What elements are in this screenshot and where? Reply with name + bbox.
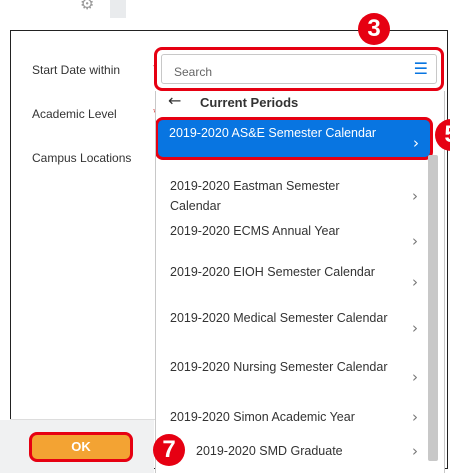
dropdown-header[interactable]: ← Current Periods <box>156 91 444 115</box>
list-item[interactable]: 2019-2020 EIOH Semester Calendar › <box>156 256 432 299</box>
list-item-label: 2019-2020 Medical Semester Calendar <box>170 311 388 325</box>
top-bar-divider <box>110 0 126 18</box>
list-item-label: 2019-2020 Simon Academic Year <box>170 410 355 424</box>
search-input-frame: ☰ <box>161 54 437 84</box>
chevron-right-icon: › <box>412 187 418 205</box>
start-date-search-field[interactable]: ☰ <box>154 47 444 91</box>
step-marker-7: 7 <box>153 434 185 466</box>
step-marker-3: 3 <box>358 13 390 45</box>
list-item-label: 2019-2020 EIOH Semester Calendar <box>170 265 375 279</box>
chevron-right-icon: › <box>413 134 419 152</box>
start-date-label: Start Date within <box>32 63 121 77</box>
list-item[interactable]: 2019-2020 Simon Academic Year › <box>156 401 432 431</box>
chevron-right-icon: › <box>412 273 418 291</box>
list-item-label: 2019-2020 Eastman Semester Calendar <box>170 179 340 213</box>
list-item-label: 2019-2020 ECMS Annual Year <box>170 224 340 238</box>
dropdown-scrollbar[interactable] <box>428 155 438 461</box>
list-item[interactable]: 2019-2020 AS&E Semester Calendar › <box>156 117 433 160</box>
list-item[interactable]: 2019-2020 Eastman Semester Calendar › <box>156 170 432 213</box>
list-item[interactable]: 2019-2020 Medical Semester Calendar › <box>156 302 432 345</box>
list-item-label: 2019-2020 AS&E Semester Calendar <box>169 126 377 140</box>
list-item-label: 2019-2020 Nursing Semester Calendar <box>170 360 388 374</box>
chevron-right-icon: › <box>412 319 418 337</box>
search-input[interactable] <box>172 64 406 80</box>
list-icon[interactable]: ☰ <box>414 59 428 78</box>
dropdown-title: Current Periods <box>200 95 299 110</box>
chevron-right-icon: › <box>412 442 418 460</box>
gear-icon[interactable]: ⚙ <box>80 0 94 13</box>
list-item[interactable]: 2019-2020 ECMS Annual Year › <box>156 215 432 258</box>
list-item[interactable]: 2019-2020 Nursing Semester Calendar › <box>156 351 432 394</box>
back-arrow-icon[interactable]: ← <box>168 91 181 110</box>
prompt-dropdown: ← Current Periods 2019-2020 AS&E Semeste… <box>155 91 445 473</box>
list-item[interactable]: 2019-2020 SMD Graduate › <box>156 435 432 465</box>
ok-button[interactable]: OK <box>29 432 133 462</box>
chevron-right-icon: › <box>412 408 418 426</box>
chevron-right-icon: › <box>412 368 418 386</box>
chevron-right-icon: › <box>412 232 418 250</box>
academic-level-label: Academic Level <box>32 107 117 121</box>
campus-locations-label: Campus Locations <box>32 151 132 165</box>
list-item-label: 2019-2020 SMD Graduate <box>196 444 343 458</box>
